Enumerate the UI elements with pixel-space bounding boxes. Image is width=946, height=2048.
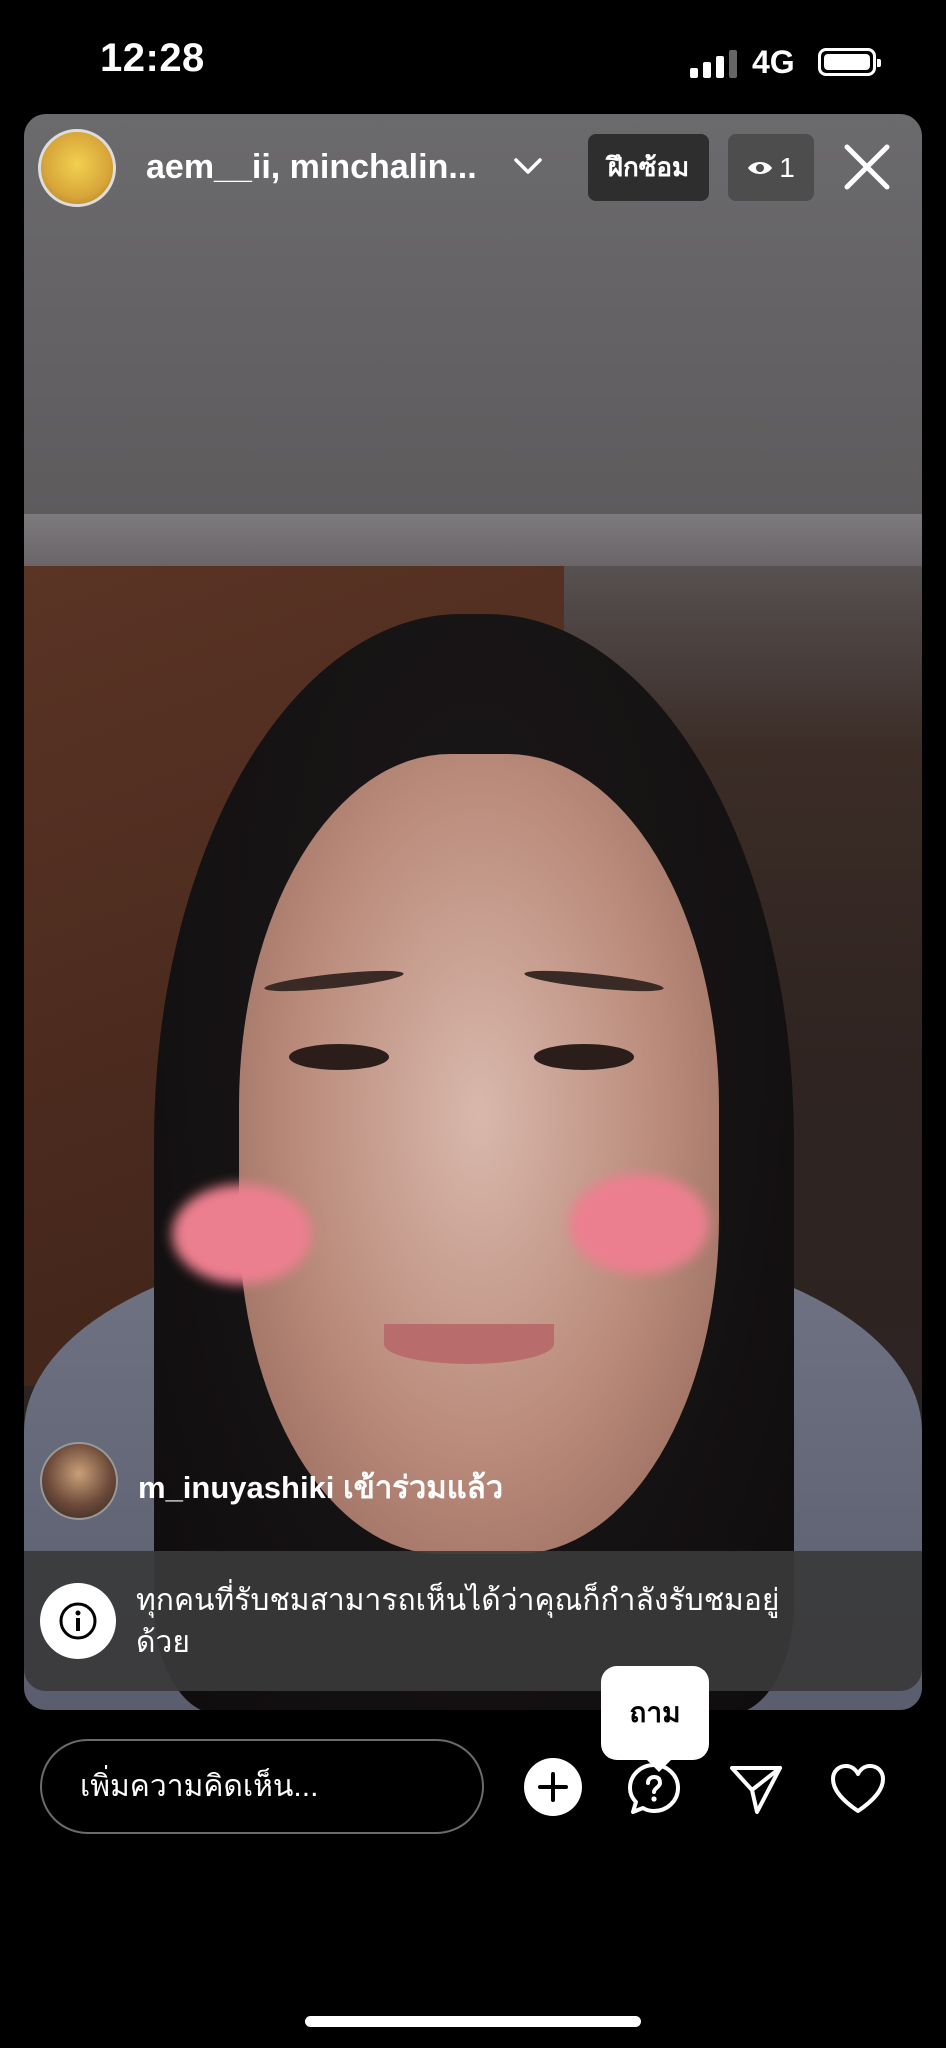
host-avatar[interactable] xyxy=(38,129,116,207)
wall xyxy=(24,514,922,566)
heart-icon[interactable] xyxy=(829,1760,887,1818)
status-time: 12:28 xyxy=(100,36,205,80)
eye xyxy=(289,1044,389,1070)
info-banner-text: ทุกคนที่รับชมสามารถเห็นได้ว่าคุณก็กำลังร… xyxy=(136,1584,780,1659)
send-icon[interactable] xyxy=(727,1760,785,1818)
comment-input[interactable]: เพิ่มความคิดเห็น... xyxy=(40,1739,484,1834)
blush-filter xyxy=(569,1174,709,1274)
question-bubble-icon[interactable] xyxy=(625,1760,683,1818)
eye-icon xyxy=(748,161,773,174)
chevron-down-icon[interactable] xyxy=(512,150,544,182)
ask-tooltip-label: ถาม xyxy=(629,1697,681,1728)
eye xyxy=(534,1044,634,1070)
close-icon[interactable] xyxy=(842,142,892,192)
viewer-count: 1 xyxy=(779,151,795,183)
blush-filter xyxy=(172,1184,312,1284)
info-icon xyxy=(40,1583,116,1659)
home-indicator[interactable] xyxy=(305,2016,641,2027)
join-event-text: m_inuyashiki เข้าร่วมแล้ว xyxy=(138,1470,504,1505)
practice-label: ฝึกซ้อม xyxy=(607,152,690,182)
mouth xyxy=(384,1324,554,1364)
signal-icon xyxy=(690,50,737,78)
viewer-count-badge[interactable]: 1 xyxy=(728,134,814,201)
joiner-avatar[interactable] xyxy=(40,1442,118,1520)
battery-icon xyxy=(818,48,881,76)
practice-badge[interactable]: ฝึกซ้อม xyxy=(588,134,709,201)
ask-tooltip: ถาม xyxy=(601,1666,709,1772)
network-type: 4G xyxy=(752,44,795,80)
face xyxy=(239,754,719,1554)
host-names[interactable]: aem__ii, minchalin... xyxy=(146,148,477,187)
add-icon[interactable] xyxy=(524,1758,582,1816)
